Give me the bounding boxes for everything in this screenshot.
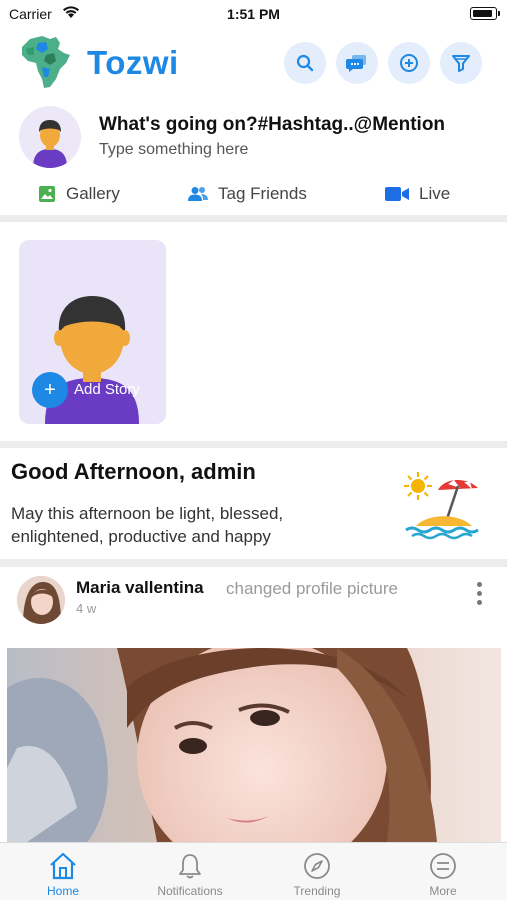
gallery-icon (39, 186, 55, 202)
tag-friends-button[interactable]: Tag Friends (188, 184, 307, 204)
tab-trending[interactable]: Trending (267, 851, 367, 898)
composer-prompt[interactable]: What's going on?#Hashtag..@Mention (99, 114, 445, 136)
africa-map-logo (16, 33, 74, 91)
brand-title: Tozwi (87, 44, 179, 81)
create-button[interactable] (388, 42, 430, 84)
add-story-plus-icon[interactable]: + (32, 372, 68, 408)
post-timestamp: 4 w (76, 601, 97, 616)
tab-notifications-label: Notifications (157, 884, 223, 898)
filter-button[interactable] (440, 42, 482, 84)
tab-notifications[interactable]: Notifications (140, 851, 240, 898)
chat-icon (346, 55, 366, 72)
user-avatar[interactable] (19, 106, 81, 168)
divider (0, 441, 507, 448)
search-icon (296, 54, 314, 72)
live-label: Live (419, 184, 451, 203)
add-story-label[interactable]: Add Story (74, 381, 140, 398)
add-circle-icon (400, 54, 418, 72)
menu-circle-icon (430, 853, 456, 879)
post-author-avatar[interactable] (17, 576, 65, 624)
post-action-text: changed profile picture (226, 579, 399, 598)
video-camera-icon (385, 187, 409, 201)
live-button[interactable]: Live (385, 184, 450, 204)
greeting-message: May this afternoon be light, blessed, en… (11, 504, 284, 546)
bell-icon (179, 854, 201, 879)
home-icon (50, 852, 76, 880)
status-bar: Carrier 1:51 PM (0, 0, 507, 28)
beach-sun-illustration-icon (402, 470, 482, 540)
battery-icon (470, 7, 500, 20)
messages-button[interactable] (336, 42, 378, 84)
composer-placeholder[interactable]: Type something here (99, 141, 248, 159)
divider (0, 559, 507, 567)
tab-home[interactable]: Home (13, 851, 113, 898)
gallery-button[interactable]: Gallery (38, 184, 120, 204)
tab-home-label: Home (46, 884, 79, 898)
bottom-tab-bar: Home Notifications Trending More (0, 842, 507, 900)
search-button[interactable] (284, 42, 326, 84)
people-icon (188, 187, 208, 201)
tag-friends-label: Tag Friends (218, 184, 307, 203)
compass-icon (304, 853, 330, 879)
filter-icon (452, 55, 470, 72)
tab-more[interactable]: More (393, 851, 493, 898)
more-options-icon[interactable] (472, 582, 486, 610)
tab-more-label: More (429, 884, 457, 898)
post-author-name[interactable]: Maria vallentina (76, 578, 204, 598)
gallery-label: Gallery (66, 184, 120, 203)
tab-trending-label: Trending (293, 884, 341, 898)
divider (0, 215, 507, 222)
clock: 1:51 PM (227, 6, 280, 22)
post-photo[interactable] (7, 648, 501, 842)
greeting-title: Good Afternoon, admin (11, 459, 256, 484)
